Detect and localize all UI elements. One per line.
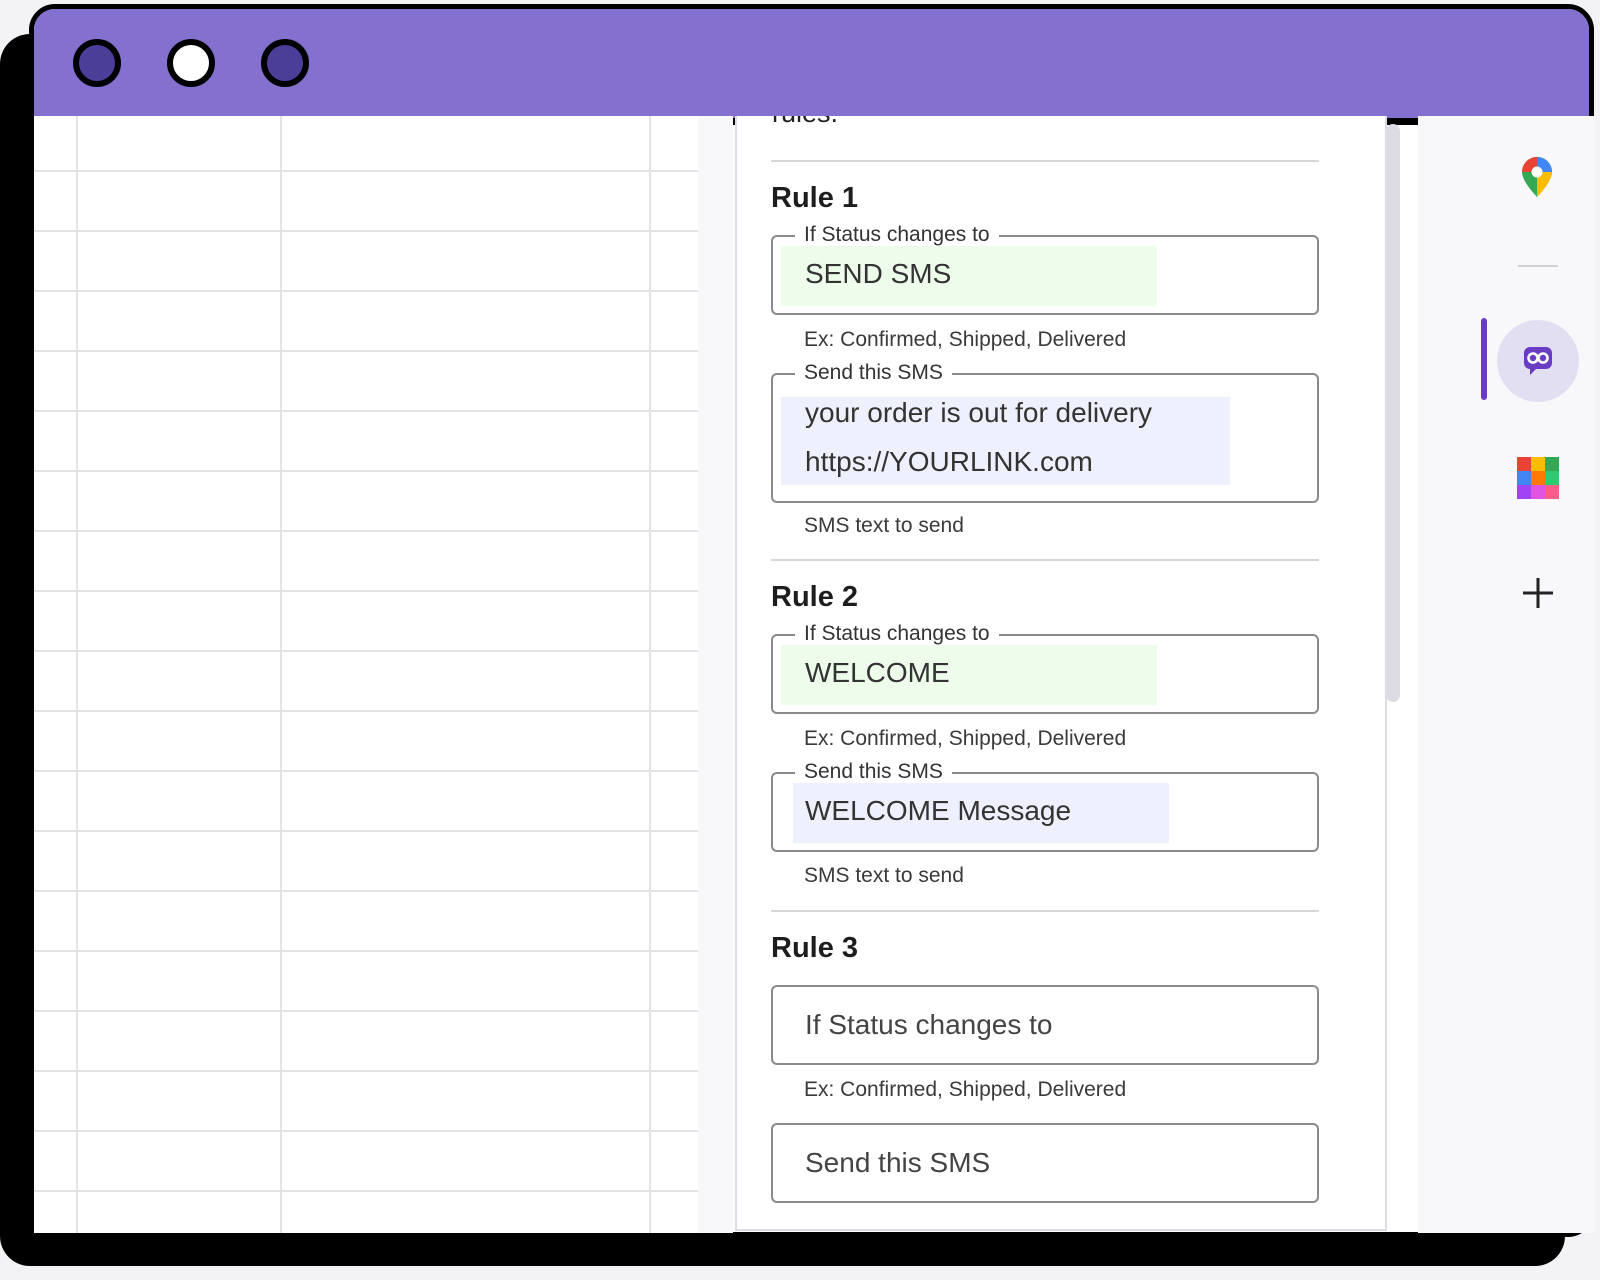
sms-placeholder: Send this SMS [805, 1147, 991, 1178]
status-field-label: If Status changes to [795, 223, 999, 247]
panel-gutter [698, 116, 733, 1233]
intro-text: rules. [772, 116, 838, 129]
sms-line-1: your order is out for delivery [805, 397, 1153, 428]
divider [771, 910, 1319, 912]
divider [771, 160, 1319, 162]
divider [771, 559, 1319, 561]
sms-line-2: https://YOURLINK.com [805, 446, 1093, 477]
status-value: WELCOME [805, 657, 950, 688]
active-indicator [1481, 318, 1487, 400]
spreadsheet-grid[interactable] [34, 116, 732, 1233]
sms-textarea[interactable]: Send this SMS WELCOME Message [771, 760, 1319, 852]
color-grid-icon[interactable] [1517, 457, 1559, 504]
sms-textarea[interactable]: Send this SMS [771, 1123, 1319, 1203]
rail-divider [1518, 265, 1558, 267]
sms-helper-text: SMS text to send [804, 864, 964, 887]
panel-scrollbar[interactable] [1386, 124, 1400, 702]
sms-helper-text: SMS text to send [804, 514, 964, 537]
window-dot-3[interactable] [261, 39, 309, 87]
status-field[interactable]: If Status changes to WELCOME [771, 622, 1319, 714]
status-helper-text: Ex: Confirmed, Shipped, Delivered [804, 1078, 1127, 1101]
rule-title: Rule 2 [771, 581, 859, 613]
maps-pin-icon[interactable] [1522, 157, 1552, 202]
sms-field-label: Send this SMS [795, 760, 952, 784]
status-helper-text: Ex: Confirmed, Shipped, Delivered [804, 727, 1127, 750]
window-dot-1[interactable] [73, 39, 121, 87]
sms-textarea[interactable]: Send this SMS your order is out for deli… [771, 361, 1319, 503]
status-helper-text: Ex: Confirmed, Shipped, Delivered [804, 328, 1127, 351]
status-field[interactable]: If Status changes to [771, 985, 1319, 1065]
status-value: SEND SMS [805, 258, 952, 289]
status-placeholder: If Status changes to [805, 1009, 1053, 1040]
window-dot-2[interactable] [167, 39, 215, 87]
plus-icon[interactable] [1521, 576, 1555, 615]
rule-title: Rule 3 [771, 932, 859, 964]
sms-addon-icon[interactable] [1497, 320, 1579, 402]
title-bar [34, 9, 1589, 125]
status-field[interactable]: If Status changes to SEND SMS [771, 223, 1319, 315]
sms-rules-panel: rules. Rule 1 If Status changes to SEND … [735, 116, 1387, 1231]
sms-field-label: Send this SMS [795, 361, 952, 385]
rule-title: Rule 1 [771, 182, 859, 214]
side-rail [1418, 116, 1595, 1233]
status-field-label: If Status changes to [795, 622, 999, 646]
sms-value: WELCOME Message [805, 795, 1072, 826]
